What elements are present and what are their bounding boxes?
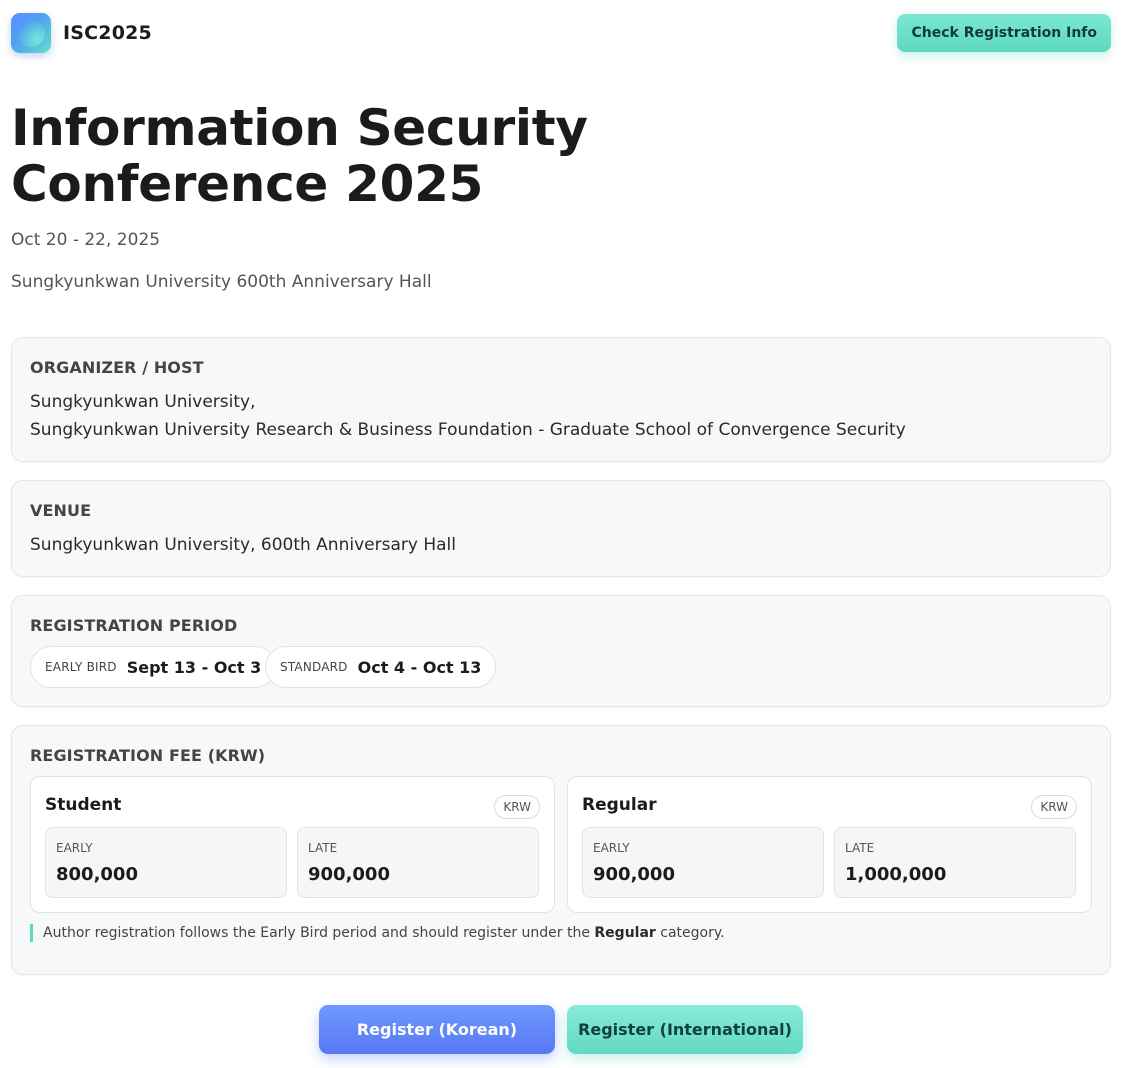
student-late-price: 900,000 [308,864,390,885]
student-currency-badge: KRW [494,795,540,819]
regular-late-tag: LATE [845,841,875,855]
student-early-price: 800,000 [56,864,138,885]
organizer-line-1: Sungkyunkwan University, [30,392,256,412]
period-label: REGISTRATION PERIOD [30,616,238,635]
registration-fee-card: REGISTRATION FEE (KRW) Student KRW EARLY… [11,725,1111,975]
author-registration-note: Author registration follows the Early Bi… [30,924,725,942]
student-title: Student [45,795,122,815]
regular-fee-box: Regular KRW EARLY 900,000 LATE 1,000,000 [567,776,1092,913]
student-early-cell: EARLY 800,000 [45,827,287,898]
regular-early-price: 900,000 [593,864,675,885]
early-bird-tag: EARLY BIRD [45,660,117,674]
standard-pill: STANDARD Oct 4 - Oct 13 [265,646,497,688]
organizer-label: ORGANIZER / HOST [30,358,204,377]
event-date: Oct 20 - 22, 2025 [11,230,161,250]
regular-late-price: 1,000,000 [845,864,947,885]
title-line-2: Conference 2025 [11,155,484,213]
regular-late-cell: LATE 1,000,000 [834,827,1076,898]
regular-currency-badge: KRW [1031,795,1077,819]
student-late-tag: LATE [308,841,338,855]
top-bar: ISC2025 Check Registration Info [11,13,1111,53]
note-text-bold: Regular [594,925,656,941]
standard-tag: STANDARD [280,660,348,674]
venue-label: VENUE [30,501,92,520]
title-line-1: Information Security [11,99,588,157]
register-korean-button[interactable]: Register (Korean) [319,1005,555,1054]
check-registration-button[interactable]: Check Registration Info [897,14,1111,52]
page: ISC2025 Check Registration Info Informat… [0,0,1133,1068]
event-venue: Sungkyunkwan University 600th Anniversar… [11,272,432,292]
regular-early-cell: EARLY 900,000 [582,827,824,898]
note-text-pre: Author registration follows the Early Bi… [43,925,595,941]
logo-icon [11,13,51,53]
regular-title: Regular [582,795,657,815]
page-title: Information Security Conference 2025 [11,100,711,212]
venue-card: VENUE Sungkyunkwan University, 600th Ann… [11,480,1111,577]
fee-label: REGISTRATION FEE (KRW) [30,746,266,765]
registration-period-card: REGISTRATION PERIOD EARLY BIRD Sept 13 -… [11,595,1111,707]
note-text-post: category. [655,925,725,941]
register-international-button[interactable]: Register (International) [567,1005,803,1054]
student-late-cell: LATE 900,000 [297,827,539,898]
brand[interactable]: ISC2025 [11,13,152,53]
standard-dates: Oct 4 - Oct 13 [357,657,482,677]
regular-early-tag: EARLY [593,841,630,855]
early-bird-dates: Sept 13 - Oct 3 [126,657,262,677]
student-early-tag: EARLY [56,841,93,855]
early-bird-pill: EARLY BIRD Sept 13 - Oct 3 [30,646,277,688]
organizer-line-2: Sungkyunkwan University Research & Busin… [30,420,906,440]
student-fee-box: Student KRW EARLY 800,000 LATE 900,000 [30,776,555,913]
brand-name: ISC2025 [63,22,152,44]
venue-text: Sungkyunkwan University, 600th Anniversa… [30,535,456,555]
organizer-card: ORGANIZER / HOST Sungkyunkwan University… [11,337,1111,462]
